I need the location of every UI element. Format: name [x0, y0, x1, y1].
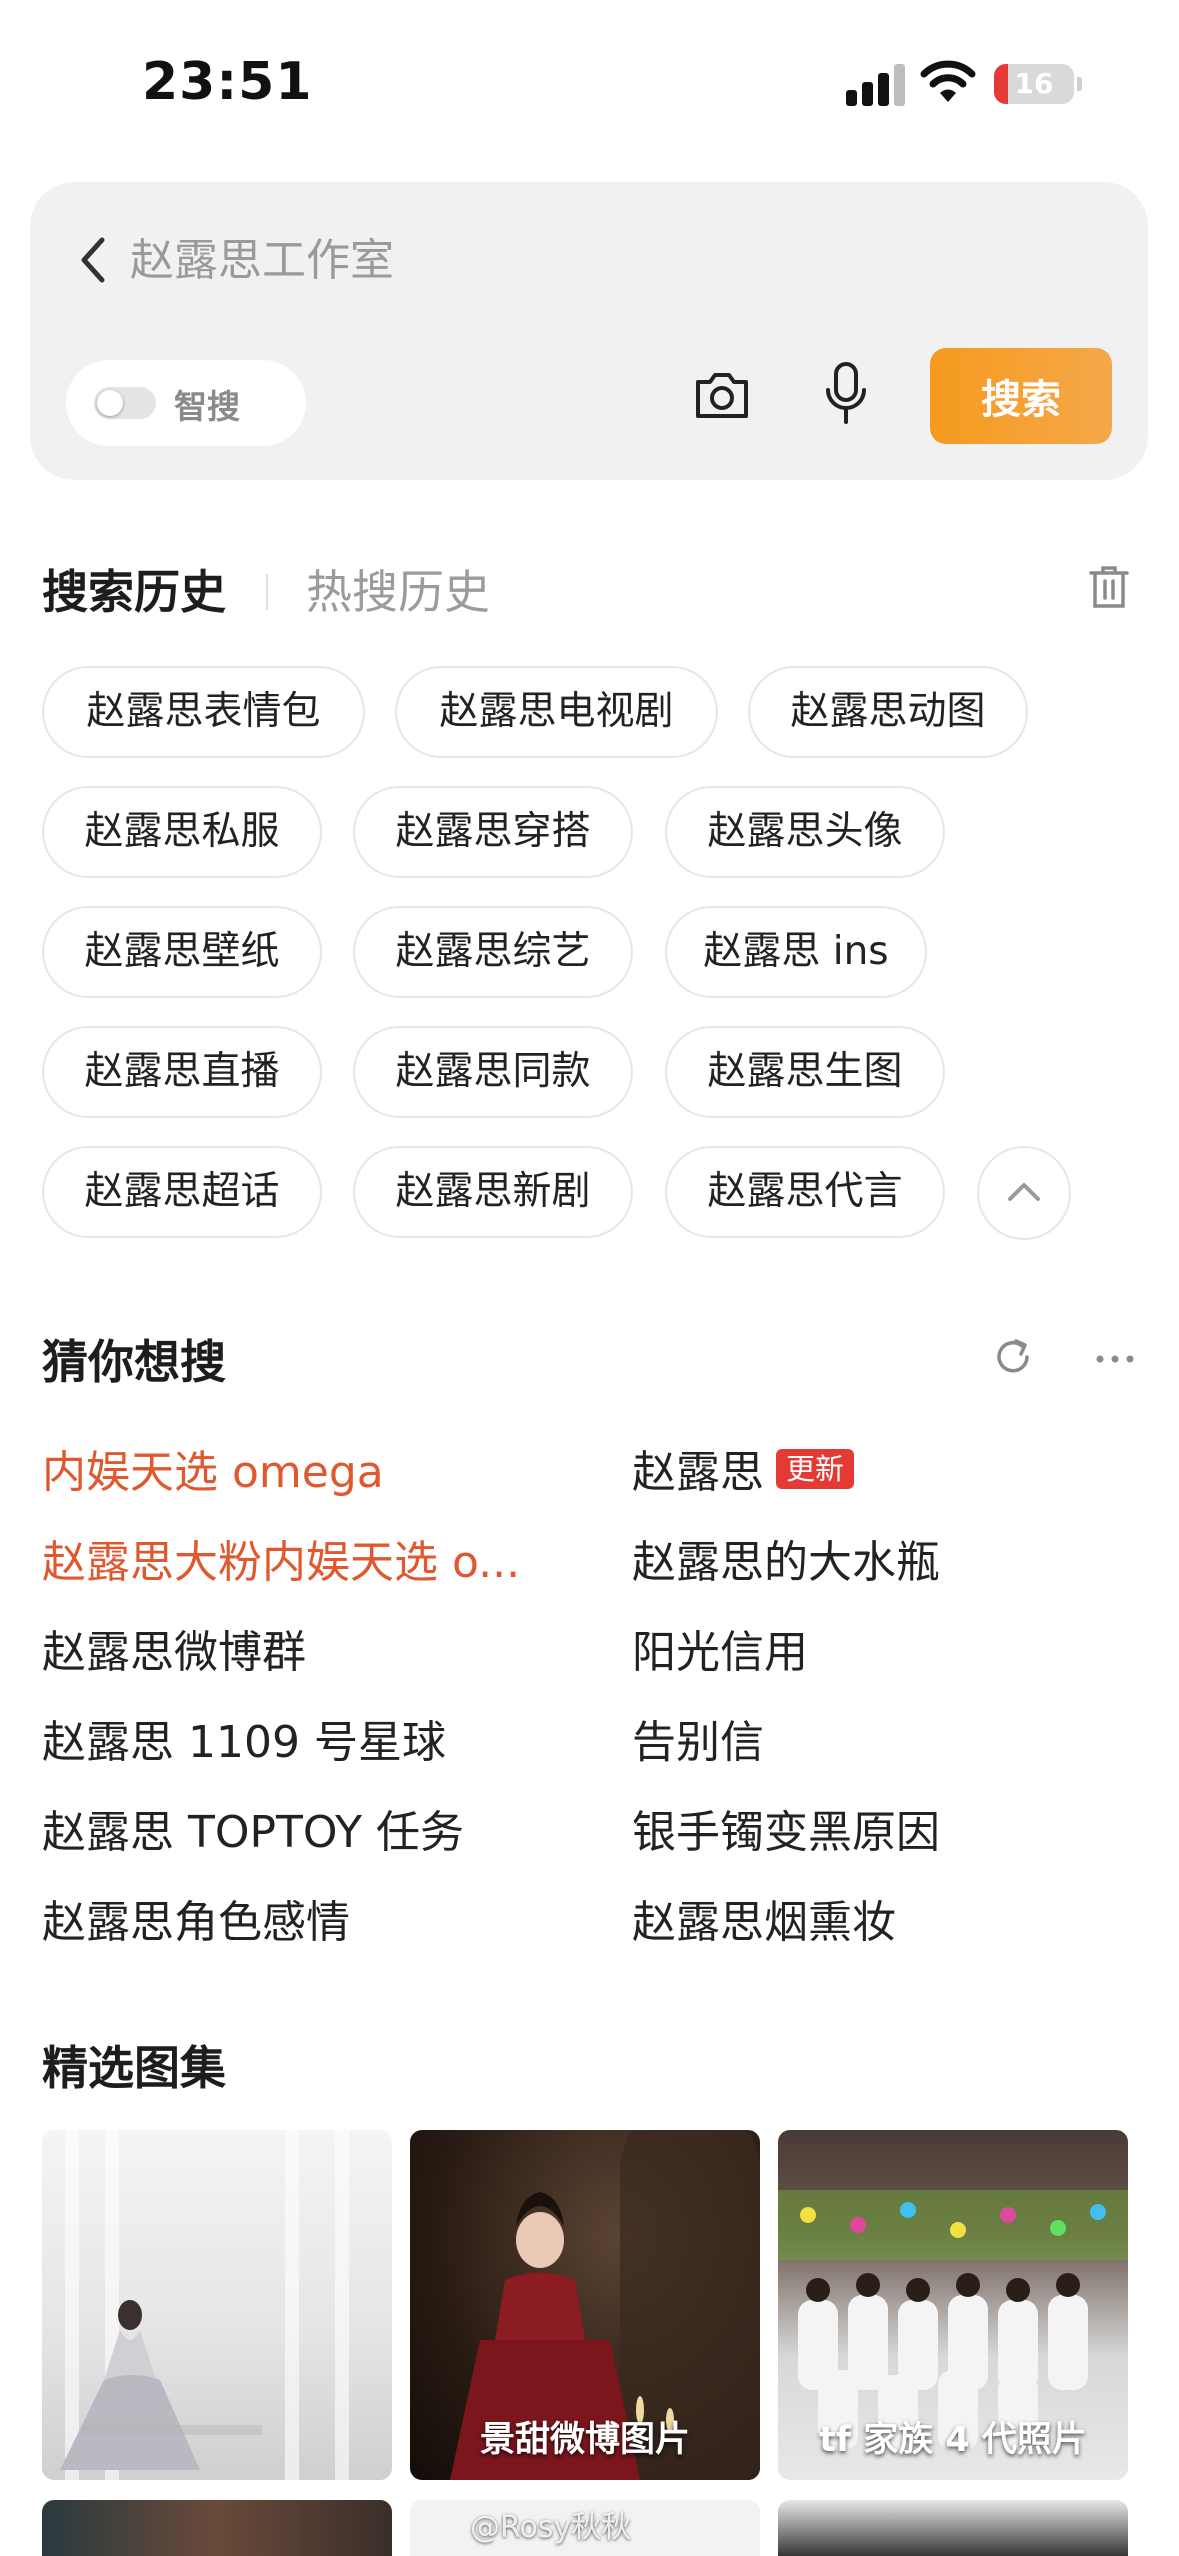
suggestion-item[interactable]: 赵露思大粉内娱天选 o... — [42, 1526, 520, 1590]
new-badge: 更新 — [776, 1449, 855, 1489]
suggestion-item[interactable]: 赵露思烟熏妆 — [632, 1886, 896, 1950]
signal-icon — [846, 62, 908, 106]
gallery-photo — [60, 2130, 349, 2480]
suggestion-item[interactable]: 赵露思 1109 号星球 — [42, 1706, 446, 1770]
tab-divider — [266, 574, 268, 610]
gallery-card-caption: 景甜微博图片 — [479, 2420, 690, 2460]
history-chip[interactable]: 赵露思综艺 — [353, 906, 633, 998]
suggestion-text: 赵露思 — [632, 1447, 764, 1498]
refresh-icon[interactable] — [992, 1336, 1034, 1378]
gallery-card[interactable]: tf 家族 4 代照片 — [778, 2130, 1128, 2480]
gallery-section-title: 精选图集 — [42, 2041, 226, 2095]
suggestion-item[interactable]: 银手镯变黑原因 — [632, 1796, 940, 1860]
history-chip[interactable]: 赵露思私服 — [42, 786, 322, 878]
suggestion-item[interactable]: 阳光信用 — [632, 1616, 808, 1680]
chevron-up-icon — [1008, 1183, 1040, 1201]
battery-icon: 16 — [994, 64, 1082, 104]
history-chip[interactable]: 赵露思动图 — [748, 666, 1028, 758]
camera-icon[interactable] — [690, 362, 754, 426]
microphone-icon[interactable] — [820, 360, 872, 430]
more-icon[interactable] — [1094, 1338, 1136, 1380]
history-chip[interactable]: 赵露思同款 — [353, 1026, 633, 1118]
status-bar: 23:51 16 — [0, 0, 1179, 170]
suggestion-item[interactable]: 赵露思的大水瓶 — [632, 1526, 940, 1590]
wifi-icon — [920, 60, 976, 102]
battery-level: 16 — [1014, 67, 1054, 100]
watermark: @Rosy秋秋 — [470, 2510, 632, 2545]
guess-section-title: 猜你想搜 — [42, 1335, 226, 1389]
gallery-card[interactable]: 景甜微博图片 — [410, 2130, 760, 2480]
history-chip[interactable]: 赵露思表情包 — [42, 666, 365, 758]
history-chip[interactable]: 赵露思新剧 — [353, 1146, 633, 1238]
suggestion-item[interactable]: 赵露思 TOPTOY 任务 — [42, 1796, 464, 1860]
smart-search-label: 智搜 — [174, 387, 240, 426]
status-time: 23:51 — [142, 52, 313, 112]
back-icon[interactable] — [68, 228, 116, 292]
history-chip[interactable]: 赵露思电视剧 — [395, 666, 718, 758]
history-chip[interactable]: 赵露思生图 — [665, 1026, 945, 1118]
history-header: 搜索历史 热搜历史 — [42, 556, 1142, 626]
history-chip[interactable]: 赵露思 ins — [665, 906, 927, 998]
history-chip[interactable]: 赵露思代言 — [665, 1146, 945, 1238]
suggestion-item[interactable]: 赵露思 更新 — [632, 1436, 855, 1500]
toggle-switch[interactable] — [94, 387, 156, 419]
gallery-card-partial[interactable] — [778, 2500, 1128, 2556]
smart-search-toggle[interactable]: 智搜 — [66, 360, 306, 446]
search-input[interactable] — [130, 222, 1030, 298]
history-chip[interactable]: 赵露思超话 — [42, 1146, 322, 1238]
gallery-card[interactable] — [42, 2130, 392, 2480]
suggestion-item[interactable]: 赵露思微博群 — [42, 1616, 306, 1680]
history-chip[interactable]: 赵露思直播 — [42, 1026, 322, 1118]
suggestion-item[interactable]: 告别信 — [632, 1706, 764, 1770]
gallery-card-caption: tf 家族 4 代照片 — [819, 2420, 1087, 2460]
history-chip[interactable]: 赵露思头像 — [665, 786, 945, 878]
history-chip[interactable]: 赵露思穿搭 — [353, 786, 633, 878]
search-panel: 智搜 搜索 — [30, 182, 1148, 480]
suggestion-item[interactable]: 内娱天选 omega — [42, 1436, 384, 1500]
gallery-card-partial[interactable] — [42, 2500, 392, 2556]
tab-hot-search-history[interactable]: 热搜历史 — [306, 556, 490, 622]
search-button[interactable]: 搜索 — [930, 348, 1112, 444]
trash-icon[interactable] — [1088, 564, 1130, 610]
suggestion-item[interactable]: 赵露思角色感情 — [42, 1886, 350, 1950]
collapse-history-button[interactable] — [977, 1146, 1071, 1240]
history-chip[interactable]: 赵露思壁纸 — [42, 906, 322, 998]
tab-search-history[interactable]: 搜索历史 — [42, 556, 226, 622]
